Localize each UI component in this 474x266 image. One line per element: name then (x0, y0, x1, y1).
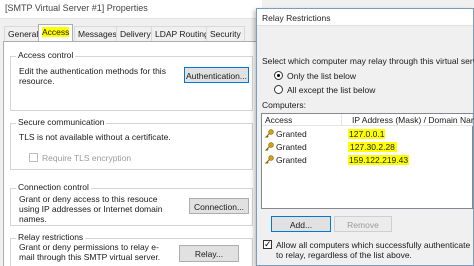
access-tab-page: Access control Edit the authentication m… (3, 41, 259, 266)
tab-access-label: Access (42, 27, 70, 37)
tls-status-text: TLS is not available without a certifica… (19, 132, 171, 142)
allow-authenticated-label: Allow all computers which successfully a… (276, 240, 471, 260)
table-row[interactable]: Granted 127.30.2.28 (262, 141, 472, 154)
tab-access[interactable]: Access (38, 24, 74, 42)
table-row[interactable]: Granted 127.0.0.1 (262, 128, 472, 141)
tab-general[interactable]: General (4, 26, 43, 41)
row-access: Granted (276, 129, 307, 139)
window-title: [SMTP Virtual Server #1] Properties (0, 0, 262, 19)
relay-button[interactable]: Relay... (179, 245, 239, 262)
only-list-label: Only the list below (287, 71, 356, 81)
allow-authenticated-checkbox[interactable] (263, 239, 272, 250)
require-tls-checkbox[interactable] (29, 153, 38, 162)
require-tls-label: Require TLS encryption (42, 153, 132, 163)
tab-security[interactable]: Security (206, 26, 245, 41)
row-access: Granted (276, 142, 307, 152)
add-button[interactable]: Add... (271, 216, 331, 232)
connection-button[interactable]: Connection... (189, 198, 249, 214)
connection-control-text: Grant or deny access to this resouce usi… (19, 194, 163, 224)
tab-messages[interactable]: Messages (74, 26, 121, 41)
tab-delivery[interactable]: Delivery (116, 26, 155, 41)
secure-communication-label: Secure communication (16, 117, 107, 127)
relay-prompt: Select which computer may relay through … (262, 56, 474, 66)
relay-restrictions-dialog: Relay Restrictions Select which computer… (256, 8, 474, 266)
key-icon (264, 129, 274, 138)
computers-list[interactable]: Access IP Address (Mask) / Domain Name G… (261, 113, 474, 209)
connection-control-label: Connection control (16, 182, 91, 192)
key-icon (264, 142, 274, 151)
only-list-radio[interactable] (274, 71, 283, 80)
access-control-text: Edit the authentication methods for this… (19, 66, 166, 86)
row-address: 127.30.2.28 (348, 142, 397, 152)
remove-button[interactable]: Remove (334, 216, 392, 232)
all-except-radio[interactable] (274, 85, 283, 94)
table-row[interactable]: Granted 159.122.219.43 (262, 154, 472, 167)
authentication-button[interactable]: Authentication... (184, 67, 249, 83)
tab-ldap-routing[interactable]: LDAP Routing (151, 26, 213, 41)
key-icon (264, 155, 274, 164)
row-address: 127.0.0.1 (348, 129, 386, 139)
dialog-title: Relay Restrictions (257, 9, 473, 26)
relay-restrictions-text: Grant or deny permissions to relay e-mai… (19, 242, 161, 262)
column-address[interactable]: IP Address (Mask) / Domain Name (342, 114, 474, 126)
properties-window: [SMTP Virtual Server #1] Properties Gene… (0, 0, 262, 266)
row-access: Granted (276, 155, 307, 165)
column-access[interactable]: Access (262, 114, 342, 126)
all-except-label: All except the list below (287, 85, 376, 95)
relay-restrictions-label: Relay restrictions (16, 232, 86, 242)
computers-label: Computers: (262, 100, 306, 110)
access-control-label: Access control (16, 50, 76, 60)
row-address: 159.122.219.43 (348, 155, 410, 165)
